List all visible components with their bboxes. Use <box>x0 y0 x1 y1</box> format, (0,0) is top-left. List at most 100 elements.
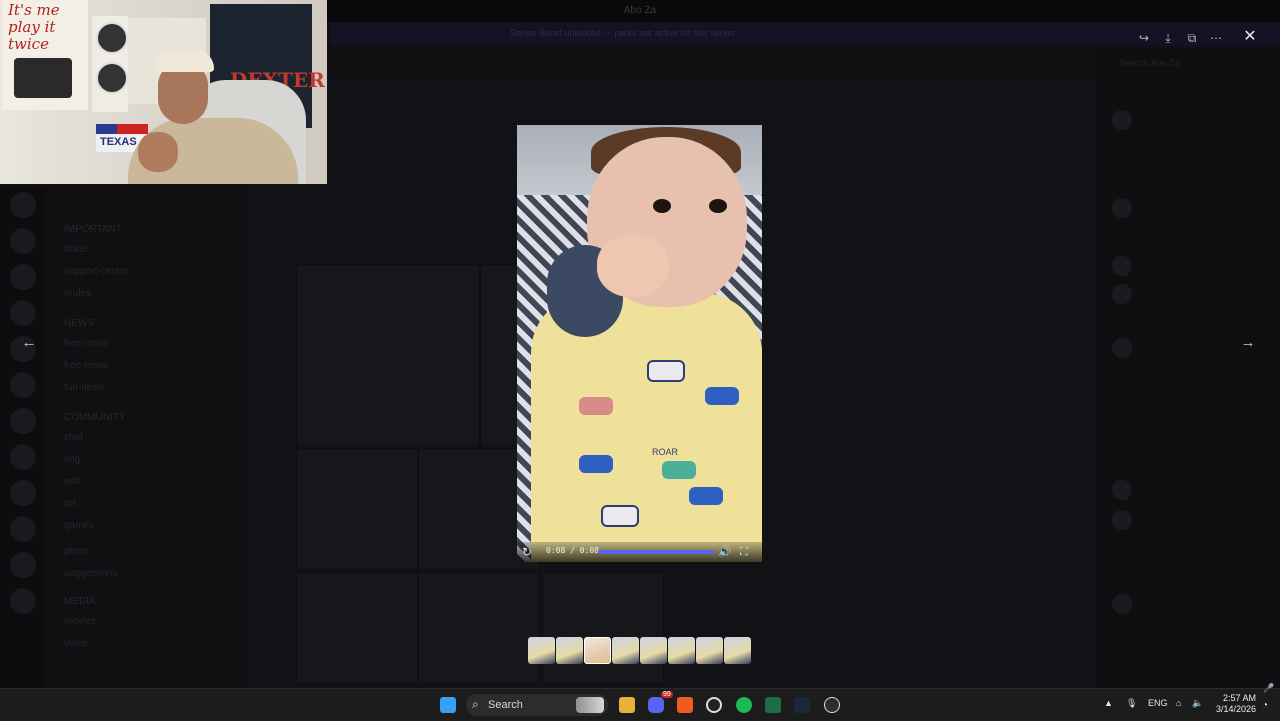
search-highlight-image <box>576 697 604 713</box>
media-tile <box>296 448 418 570</box>
banner-text: Server Boost unlocked — perks are active… <box>510 28 736 38</box>
member-avatar <box>1112 594 1132 614</box>
member-avatar <box>1112 338 1132 358</box>
thumbnail[interactable] <box>528 637 555 664</box>
member-search: Search Abo Za <box>1120 58 1180 68</box>
media-tile <box>418 572 540 684</box>
replay-icon[interactable]: ↻ <box>522 544 536 560</box>
clock-time: 2:57 AM <box>1222 693 1256 703</box>
spotify-icon[interactable] <box>736 697 752 713</box>
seek-progress <box>598 550 714 554</box>
car-print <box>662 461 696 479</box>
server-icon <box>10 408 36 434</box>
clock-date: 3/14/2026 <box>1215 704 1256 714</box>
badge-sticker <box>96 22 128 54</box>
badge-sticker <box>96 62 128 94</box>
notification-icon[interactable]: ◔ <box>1262 700 1268 711</box>
chevron-up-icon[interactable]: ▲ <box>1104 698 1113 708</box>
discord-icon[interactable] <box>648 697 664 713</box>
channel-item: chat <box>64 432 83 443</box>
toddler-eye <box>653 199 671 213</box>
thumbnail[interactable] <box>640 637 667 664</box>
shirt-text: ROAR <box>652 447 679 457</box>
volume-tray-icon[interactable]: 🔈 <box>1192 698 1203 709</box>
arrow-left-icon[interactable]: ← <box>18 332 40 354</box>
seek-bar[interactable] <box>598 550 714 554</box>
steam-icon[interactable] <box>794 697 810 713</box>
channel-list: IMPORTANT ticket support-center #rules N… <box>46 186 246 688</box>
server-list <box>0 186 46 688</box>
channel-item: fun-news <box>64 382 105 393</box>
file-explorer-icon[interactable] <box>619 697 635 713</box>
channel-category: NEWS <box>64 318 94 329</box>
server-icon <box>10 516 36 542</box>
channel-item: art <box>64 498 76 509</box>
taskbar-search[interactable]: ⌕ Search <box>466 694 608 716</box>
member-avatar <box>1112 110 1132 130</box>
app-icon[interactable] <box>824 697 840 713</box>
close-icon[interactable]: ✕ <box>1239 26 1261 48</box>
car-print <box>689 487 723 505</box>
volume-icon[interactable]: 🔊 <box>718 544 734 560</box>
channel-category: IMPORTANT <box>64 224 122 235</box>
car-print <box>579 397 613 415</box>
video-time: 0:08 / 0:08 <box>546 546 599 555</box>
download-icon[interactable]: ⤓ <box>1158 28 1178 48</box>
server-icon <box>10 228 36 254</box>
clock[interactable]: 2:57 AM 3/14/2026 <box>1210 693 1256 715</box>
language-indicator[interactable]: ENG <box>1148 698 1168 708</box>
toddler-eye <box>709 199 727 213</box>
forward-icon[interactable]: ↪ <box>1134 28 1154 48</box>
video-player[interactable]: ROAR <box>517 125 762 562</box>
car-print <box>601 505 639 527</box>
excel-icon[interactable] <box>765 697 781 713</box>
channel-item: movies <box>64 616 96 627</box>
start-icon[interactable] <box>440 697 456 713</box>
thumbnail[interactable] <box>668 637 695 664</box>
server-icon <box>10 192 36 218</box>
member-avatar <box>1112 510 1132 530</box>
obs-icon[interactable] <box>706 697 722 713</box>
thumbnail[interactable] <box>612 637 639 664</box>
member-avatar <box>1112 198 1132 218</box>
thumbnail-strip <box>528 637 751 664</box>
more-icon[interactable]: ⋯ <box>1206 28 1226 48</box>
server-icon <box>10 552 36 578</box>
thumbnail[interactable] <box>724 637 751 664</box>
channel-item: img <box>64 454 81 465</box>
search-label: Search <box>488 699 523 711</box>
server-icon <box>10 444 36 470</box>
record-player <box>14 58 72 98</box>
channel-item: ticket <box>64 244 88 255</box>
car-print <box>647 360 685 382</box>
thumbnail[interactable] <box>696 637 723 664</box>
thumbnail[interactable] <box>556 637 583 664</box>
toddler-fist <box>597 235 669 297</box>
media-tile <box>296 264 480 446</box>
taskbar: ⌕ Search ▲ 🎙 ENG ⌂ 🔈 <box>0 688 1280 721</box>
person-hand <box>138 132 178 172</box>
mic-icon[interactable]: 🎙 <box>1126 698 1137 709</box>
channel-item: suggestions <box>64 568 118 579</box>
channel-item: free-news <box>64 338 108 349</box>
channel-item: #rules <box>64 288 92 299</box>
brave-icon[interactable] <box>677 697 693 713</box>
thumbnail[interactable] <box>584 637 611 664</box>
channel-item: edit <box>64 476 81 487</box>
fullscreen-icon[interactable]: ⛶ <box>740 544 756 560</box>
channel-item: free-news <box>64 360 108 371</box>
media-tile <box>542 572 664 684</box>
server-icon <box>10 264 36 290</box>
network-icon[interactable]: ⌂ <box>1176 698 1181 708</box>
search-icon: ⌕ <box>472 697 479 711</box>
channel-category: COMMUNITY <box>64 412 126 423</box>
member-list: Search Abo Za <box>1096 48 1280 688</box>
server-icon <box>10 372 36 398</box>
server-icon <box>10 480 36 506</box>
open-external-icon[interactable]: ⧉ <box>1182 28 1202 48</box>
channel-item: photo <box>64 546 90 557</box>
webcam-overlay: It's me play it twice DEXTER TEXAS <box>0 0 327 184</box>
server-icon <box>10 300 36 326</box>
member-avatar <box>1112 284 1132 304</box>
arrow-right-icon[interactable]: → <box>1237 332 1259 354</box>
